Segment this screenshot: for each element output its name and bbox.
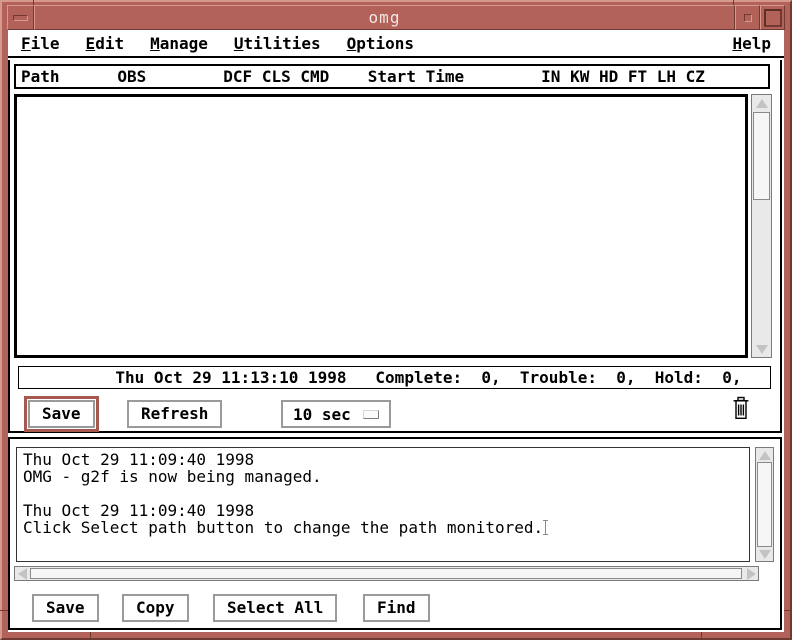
window-content: File Edit Manage Utilities Options Help … — [8, 30, 784, 632]
log-text: Thu Oct 29 11:09:40 1998 OMG - g2f is no… — [23, 451, 749, 536]
left-arrow-icon — [18, 568, 27, 580]
log-save-button[interactable]: Save — [32, 594, 99, 622]
log-text-content: Thu Oct 29 11:09:40 1998 OMG - g2f is no… — [23, 450, 543, 537]
maximize-button[interactable] — [760, 5, 785, 30]
window-title-text: omg — [369, 8, 401, 27]
log-vertical-scrollbar[interactable] — [755, 447, 774, 562]
scroll-right-arrow[interactable] — [744, 567, 758, 580]
log-panel: Thu Oct 29 11:09:40 1998 OMG - g2f is no… — [8, 437, 782, 630]
menu-utilities[interactable]: Utilities — [234, 34, 321, 53]
refresh-button[interactable]: Refresh — [127, 400, 222, 428]
minimize-icon — [744, 14, 752, 22]
scroll-up-arrow[interactable] — [756, 448, 773, 462]
log-copy-button[interactable]: Copy — [122, 594, 189, 622]
frame-separator — [0, 610, 8, 611]
refresh-interval-value: 10 sec — [293, 405, 351, 424]
option-menu-indicator-icon — [363, 410, 379, 419]
menu-file[interactable]: File — [21, 34, 60, 53]
menu-options[interactable]: Options — [347, 34, 414, 53]
scroll-down-arrow[interactable] — [756, 547, 773, 561]
down-arrow-icon — [759, 550, 771, 559]
column-header: Path OBS DCF CLS CMD Start Time IN KW HD… — [14, 64, 770, 89]
trash-icon — [730, 396, 752, 422]
monitor-panel: Path OBS DCF CLS CMD Start Time IN KW HD… — [8, 60, 782, 433]
log-find-button[interactable]: Find — [363, 594, 430, 622]
frame-separator — [784, 610, 792, 611]
status-line: Thu Oct 29 11:13:10 1998 Complete: 0, Tr… — [18, 366, 771, 389]
save-default-ring: Save — [24, 396, 99, 432]
menu-help[interactable]: Help — [732, 34, 771, 53]
titlebar[interactable]: omg — [7, 5, 785, 30]
menu-manage[interactable]: Manage — [150, 34, 208, 53]
window-menu-button[interactable] — [7, 5, 34, 30]
log-text-area[interactable]: Thu Oct 29 11:09:40 1998 OMG - g2f is no… — [16, 447, 750, 562]
scroll-left-arrow[interactable] — [15, 567, 29, 580]
window-menu-icon — [13, 15, 28, 21]
frame-separator — [701, 632, 702, 640]
menu-edit[interactable]: Edit — [86, 34, 125, 53]
column-header-text: Path OBS DCF CLS CMD Start Time IN KW HD… — [21, 67, 705, 86]
minimize-button[interactable] — [735, 5, 760, 30]
scrollbar-thumb[interactable] — [30, 568, 742, 579]
save-button[interactable]: Save — [28, 400, 95, 428]
scrollbar-thumb[interactable] — [753, 112, 770, 200]
menubar: File Edit Manage Utilities Options Help — [8, 30, 784, 58]
log-button-row: Save Copy Select All Find — [10, 594, 780, 622]
down-arrow-icon — [756, 345, 768, 354]
scrollbar-thumb[interactable] — [757, 462, 772, 547]
maximize-icon — [764, 9, 782, 27]
up-arrow-icon — [759, 451, 771, 460]
log-select-all-button[interactable]: Select All — [213, 594, 337, 622]
log-horizontal-scrollbar[interactable] — [14, 566, 759, 581]
clear-trash-button[interactable] — [729, 396, 753, 424]
refresh-interval-select[interactable]: 10 sec — [281, 400, 391, 428]
text-cursor — [545, 520, 551, 535]
frame-separator — [90, 632, 91, 640]
path-list[interactable] — [14, 94, 748, 358]
right-arrow-icon — [747, 568, 756, 580]
list-vertical-scrollbar[interactable] — [751, 94, 772, 358]
up-arrow-icon — [756, 99, 768, 108]
window-title: omg — [34, 5, 735, 30]
status-line-text: Thu Oct 29 11:13:10 1998 Complete: 0, Tr… — [19, 368, 741, 387]
scroll-up-arrow[interactable] — [752, 95, 771, 111]
scroll-down-arrow[interactable] — [752, 341, 771, 357]
